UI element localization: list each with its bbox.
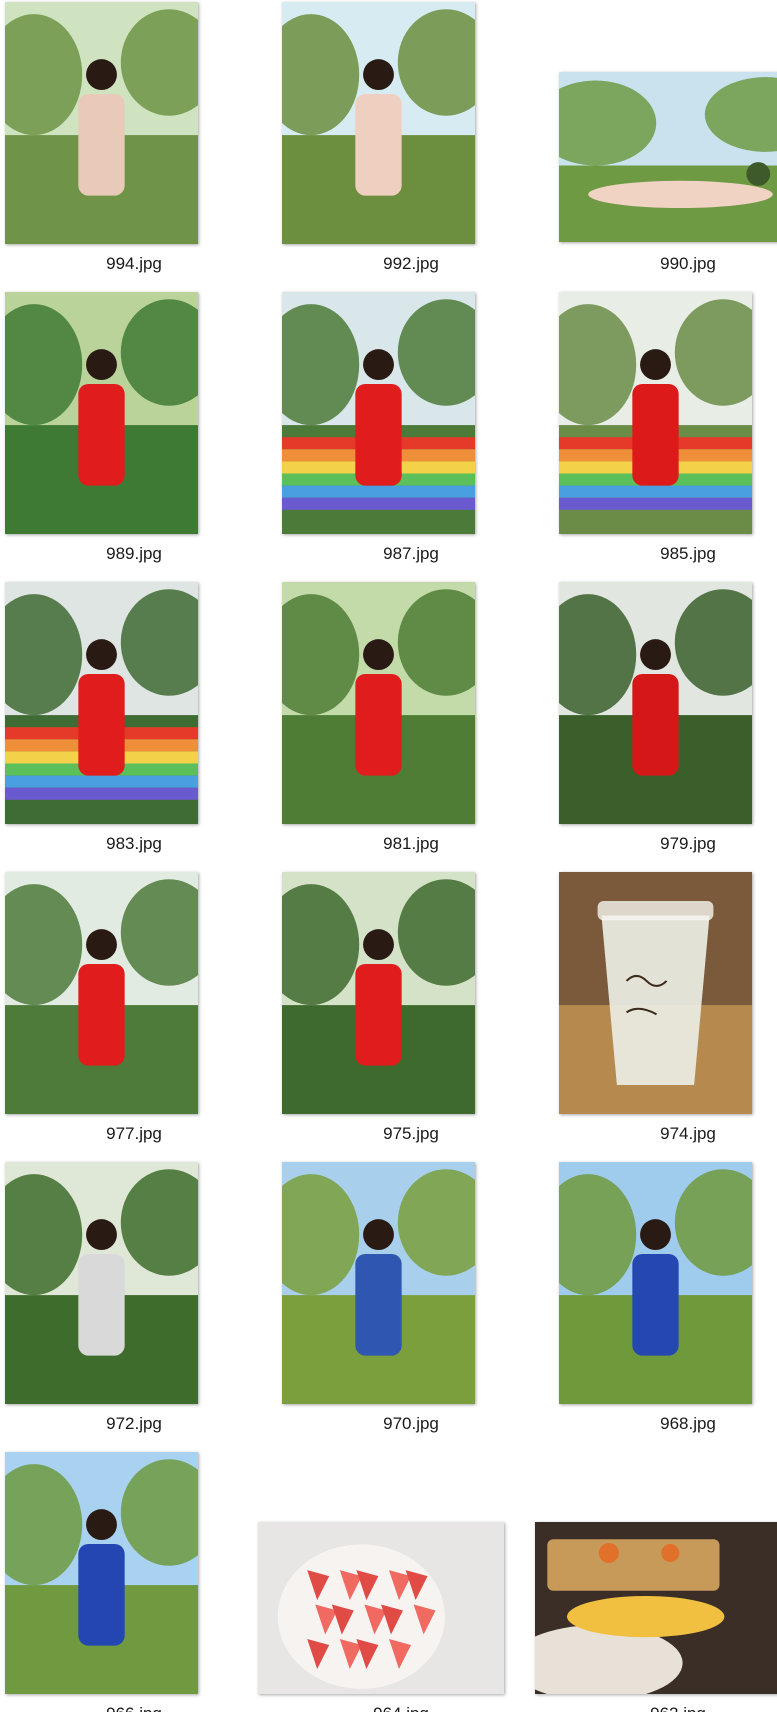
file-tile[interactable]: 987.jpg <box>282 290 540 580</box>
file-tile[interactable]: 968.jpg <box>559 1160 777 1450</box>
file-tile[interactable]: 970.jpg <box>282 1160 540 1450</box>
file-tile[interactable]: 985.jpg <box>559 290 777 580</box>
file-name-label: 972.jpg <box>106 1414 162 1433</box>
image-thumbnail[interactable] <box>559 1162 752 1404</box>
image-thumbnail[interactable] <box>258 1522 504 1694</box>
file-tile[interactable]: 974.jpg <box>559 870 777 1160</box>
woman-rainbow-wall-wide-image <box>5 582 198 824</box>
file-tile[interactable]: 977.jpg <box>5 870 263 1160</box>
file-name-label: 979.jpg <box>660 834 716 853</box>
file-name-label: 989.jpg <box>106 544 162 563</box>
file-name-label: 962.jpg <box>549 1704 777 1712</box>
file-tile[interactable]: 981.jpg <box>282 580 540 870</box>
file-name-label: 981.jpg <box>383 834 439 853</box>
file-name-label: 966.jpg <box>5 1704 263 1712</box>
image-thumbnail[interactable] <box>282 872 475 1114</box>
file-name-label: 994.jpg <box>106 254 162 273</box>
woman-red-wall-sky-image <box>559 292 752 534</box>
image-thumbnail[interactable] <box>559 72 777 242</box>
file-name-label: 977.jpg <box>106 1124 162 1143</box>
woman-pavilion-image <box>559 582 752 824</box>
image-thumbnail[interactable] <box>535 1522 777 1694</box>
iced-drink-cup-image <box>559 872 752 1114</box>
file-tile[interactable]: 966.jpg <box>5 1450 263 1712</box>
woman-lying-grass-image <box>559 72 777 242</box>
image-thumbnail[interactable] <box>559 872 752 1114</box>
woman-blue-dress-field-image <box>282 1162 475 1404</box>
woman-sitting-grass-image <box>282 2 475 244</box>
woman-rainbow-wall-image <box>282 292 475 534</box>
woman-blue-dress-picnic-image <box>559 1162 752 1404</box>
file-name-label: 992.jpg <box>383 254 439 273</box>
file-name-label: 983.jpg <box>106 834 162 853</box>
woman-stone-bench-image <box>282 582 475 824</box>
woman-forest-path-image <box>5 872 198 1114</box>
file-tile[interactable]: 972.jpg <box>5 1160 263 1450</box>
image-thumbnail[interactable] <box>5 872 198 1114</box>
image-thumbnail[interactable] <box>282 582 475 824</box>
image-thumbnail[interactable] <box>5 582 198 824</box>
file-name-label: 964.jpg <box>272 1704 530 1712</box>
woman-red-portrait-image <box>5 292 198 534</box>
image-thumbnail[interactable] <box>5 2 198 244</box>
image-thumbnail[interactable] <box>559 582 752 824</box>
file-tile[interactable]: 979.jpg <box>559 580 777 870</box>
file-tile[interactable]: 990.jpg <box>559 0 777 290</box>
food-table-image <box>535 1522 777 1694</box>
woman-stone-steps-image <box>282 872 475 1114</box>
file-tile[interactable]: 964.jpg <box>258 1450 540 1712</box>
file-tile[interactable]: 994.jpg <box>5 0 263 290</box>
image-thumbnail[interactable] <box>282 292 475 534</box>
file-name-label: 987.jpg <box>383 544 439 563</box>
file-tile[interactable]: 989.jpg <box>5 290 263 580</box>
image-thumbnail[interactable] <box>5 292 198 534</box>
woman-blue-dress-closeup-image <box>5 1452 198 1694</box>
file-name-label: 990.jpg <box>660 254 716 273</box>
watermelon-plate-image <box>258 1522 504 1694</box>
file-tile[interactable]: 962.jpg <box>535 1450 777 1712</box>
file-tile[interactable]: 983.jpg <box>5 580 263 870</box>
image-thumbnail[interactable] <box>282 1162 475 1404</box>
image-thumbnail[interactable] <box>559 292 752 534</box>
image-thumbnail[interactable] <box>5 1452 198 1694</box>
file-tile[interactable]: 992.jpg <box>282 0 540 290</box>
file-name-label: 974.jpg <box>660 1124 716 1143</box>
man-bamboo-path-image <box>5 1162 198 1404</box>
file-name-label: 970.jpg <box>383 1414 439 1433</box>
file-name-label: 985.jpg <box>660 544 716 563</box>
image-thumbnail[interactable] <box>282 2 475 244</box>
woman-pink-dress-tree-image <box>5 2 198 244</box>
file-tile[interactable]: 975.jpg <box>282 870 540 1160</box>
file-name-label: 975.jpg <box>383 1124 439 1143</box>
image-thumbnail[interactable] <box>5 1162 198 1404</box>
file-thumbnail-grid: 994.jpg 992.jpg 990.jpg 989.jpg 987.jpg 985.j… <box>0 0 777 1712</box>
file-name-label: 968.jpg <box>660 1414 716 1433</box>
